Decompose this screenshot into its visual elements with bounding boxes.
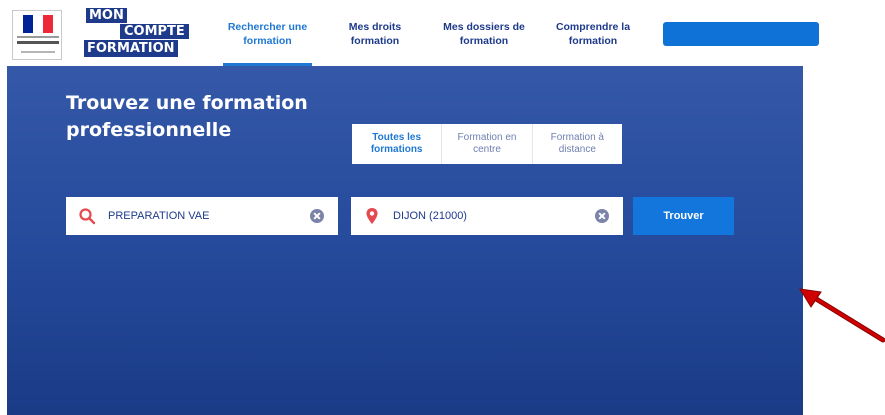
site-header: MON COMPTE FORMATION Rechercher une form… xyxy=(0,0,885,66)
tab-formation-en-centre[interactable]: Formation en centre xyxy=(441,124,531,164)
search-input[interactable] xyxy=(106,209,280,223)
government-logo[interactable] xyxy=(12,10,62,60)
nav-mes-droits-formation[interactable]: Mes droits formation xyxy=(345,20,405,48)
search-where-field xyxy=(351,197,623,235)
brand-line-2: COMPTE xyxy=(120,24,189,39)
nav-mes-dossiers-formation[interactable]: Mes dossiers de formation xyxy=(441,20,527,48)
header-account-button[interactable] xyxy=(663,22,819,46)
formation-type-tabs: Toutes les formations Formation en centr… xyxy=(352,124,622,164)
brand-line-3: FORMATION xyxy=(84,40,178,57)
location-pin-icon xyxy=(366,208,378,224)
hero-title: Trouvez une formation professionnelle xyxy=(66,92,308,141)
red-arrow-icon xyxy=(799,288,885,343)
search-icon xyxy=(79,208,96,225)
tab-toutes-formations[interactable]: Toutes les formations xyxy=(352,124,441,164)
trouver-button[interactable]: Trouver xyxy=(633,197,734,235)
mon-compte-formation-logo[interactable]: MON COMPTE FORMATION xyxy=(84,8,189,58)
clear-search-icon[interactable] xyxy=(310,209,324,223)
tab-formation-a-distance[interactable]: Formation à distance xyxy=(531,124,622,164)
nav-rechercher-formation[interactable]: Rechercher une formation xyxy=(223,20,312,48)
location-input[interactable] xyxy=(391,209,565,223)
brand-line-1: MON xyxy=(86,8,127,23)
nav-comprendre-formation[interactable]: Comprendre la formation xyxy=(551,20,635,48)
clear-location-icon[interactable] xyxy=(595,209,609,223)
french-flag-icon xyxy=(23,15,53,33)
search-what-field xyxy=(66,197,338,235)
